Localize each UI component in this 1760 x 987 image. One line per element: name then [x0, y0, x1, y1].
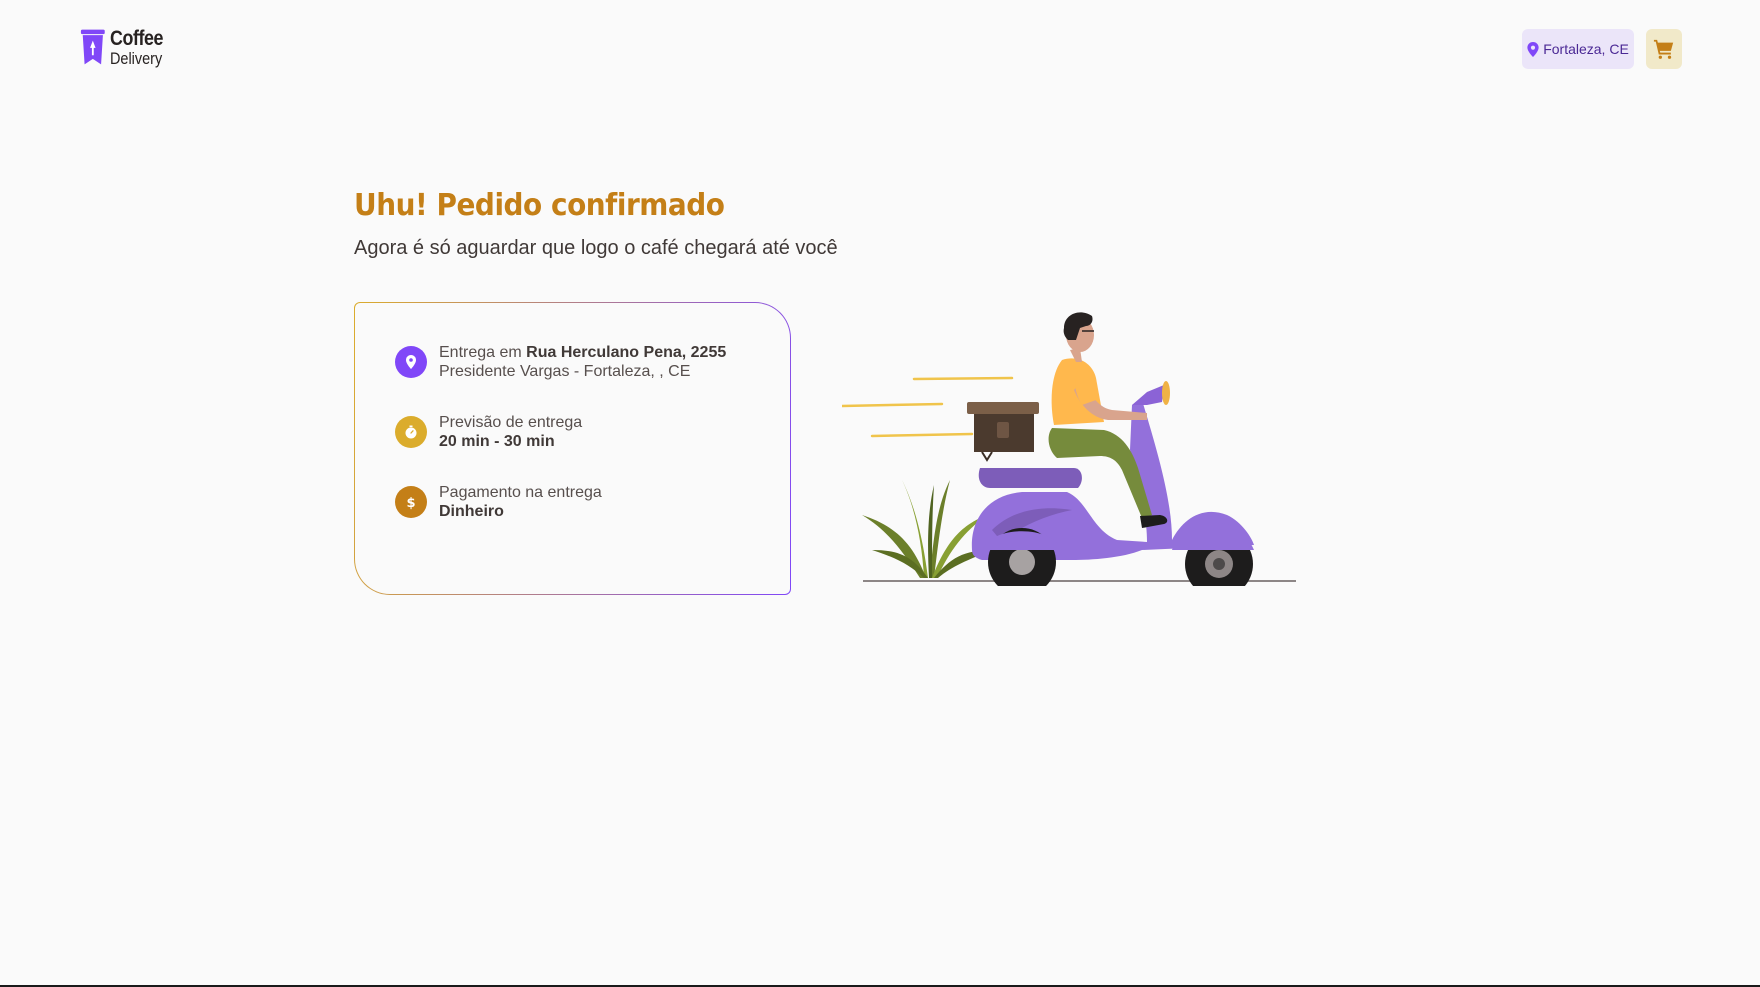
cart-button[interactable]: [1646, 29, 1682, 69]
delivery-forecast-text: Previsão de entrega 20 min - 30 min: [439, 413, 582, 451]
svg-text:$: $: [406, 496, 415, 510]
dollar-icon: $: [395, 486, 427, 518]
timer-icon: [395, 416, 427, 448]
logo[interactable]: Coffee Delivery: [80, 25, 172, 69]
delivery-scooter-illustration: [842, 312, 1296, 586]
page-subtitle: Agora é só aguardar que logo o café cheg…: [354, 237, 838, 259]
payment-label: Pagamento na entrega: [439, 484, 602, 501]
payment-row: $ Pagamento na entrega Dinheiro: [395, 483, 602, 521]
delivery-address-text: Entrega em Rua Herculano Pena, 2255 Pres…: [439, 343, 726, 381]
order-info-card: Entrega em Rua Herculano Pena, 2255 Pres…: [354, 302, 791, 595]
payment-value: Dinheiro: [439, 503, 504, 520]
coffee-cup-logo-icon: [80, 29, 105, 65]
page-title: Uhu! Pedido confirmado: [354, 188, 725, 223]
forecast-label: Previsão de entrega: [439, 414, 583, 431]
delivery-district: Presidente Vargas - Fortaleza, , CE: [439, 363, 691, 380]
delivery-prefix: Entrega em: [439, 344, 527, 361]
delivery-street: Rua Herculano Pena, 2255: [526, 344, 727, 361]
order-info-card-inner: Entrega em Rua Herculano Pena, 2255 Pres…: [355, 303, 790, 594]
location-button[interactable]: Fortaleza, CE: [1522, 29, 1634, 69]
logo-line-2: Delivery: [109, 48, 162, 68]
logo-line-1: Coffee: [109, 26, 163, 50]
map-pin-icon: [395, 346, 427, 378]
location-label: Fortaleza, CE: [1543, 41, 1629, 57]
forecast-value: 20 min - 30 min: [439, 433, 555, 450]
payment-text: Pagamento na entrega Dinheiro: [439, 483, 602, 521]
shopping-cart-icon: [1653, 39, 1674, 59]
map-pin-icon: [1527, 41, 1539, 57]
header: Coffee Delivery Fortaleza, CE: [0, 0, 1760, 100]
delivery-address-row: Entrega em Rua Herculano Pena, 2255 Pres…: [395, 343, 726, 381]
logo-text: Coffee Delivery: [110, 28, 172, 67]
delivery-forecast-row: Previsão de entrega 20 min - 30 min: [395, 413, 582, 451]
